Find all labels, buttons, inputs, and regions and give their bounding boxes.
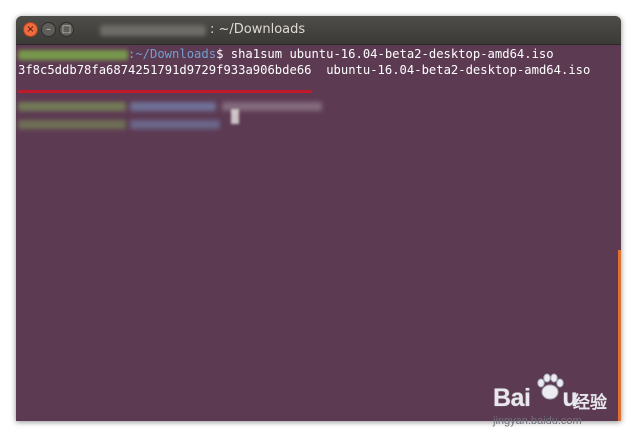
- watermark-brand: Bai u: [493, 384, 578, 413]
- sha1-hash: 3f8c5ddb78fa6874251791d9729f933a906bde66: [18, 63, 312, 77]
- close-button[interactable]: ×: [23, 22, 38, 37]
- terminal-window: × – □ : ~/Downloads :~/Downloads$ sha1su…: [16, 16, 621, 421]
- prompt-symbol: $: [216, 47, 231, 61]
- watermark-url: jingyan.baidu.com: [493, 415, 582, 427]
- terminal-cursor: [231, 109, 239, 124]
- hash-underline: [18, 90, 312, 93]
- redacted-prompt-line: [18, 116, 338, 134]
- command-line: :~/Downloads$ sha1sum ubuntu-16.04-beta2…: [18, 46, 554, 62]
- title-bar[interactable]: × – □ : ~/Downloads: [16, 16, 621, 45]
- output-spacer: [312, 63, 327, 77]
- baidu-jingyan-watermark: Bai u 经验 jingyan.baidu.com: [493, 372, 623, 432]
- watermark-brand-left: Bai: [493, 384, 531, 412]
- close-icon: ×: [26, 23, 35, 35]
- maximize-icon: □: [61, 23, 72, 35]
- maximize-button[interactable]: □: [59, 22, 74, 37]
- minimize-icon: –: [46, 23, 51, 35]
- redacted-user-host: [18, 49, 128, 60]
- minimize-button[interactable]: –: [41, 22, 56, 37]
- command-text: sha1sum ubuntu-16.04-beta2-desktop-amd64…: [230, 47, 554, 61]
- output-line: 3f8c5ddb78fa6874251791d9729f933a906bde66…: [18, 62, 590, 78]
- watermark-label: 经验: [573, 393, 607, 413]
- terminal-output[interactable]: :~/Downloads$ sha1sum ubuntu-16.04-beta2…: [16, 45, 621, 421]
- prompt-path: :~/Downloads: [128, 47, 217, 61]
- window-title: : ~/Downloads: [210, 22, 306, 37]
- redacted-prompt-line: [18, 98, 338, 116]
- output-filename: ubuntu-16.04-beta2-desktop-amd64.iso: [326, 63, 591, 77]
- redacted-username-title: [100, 25, 206, 36]
